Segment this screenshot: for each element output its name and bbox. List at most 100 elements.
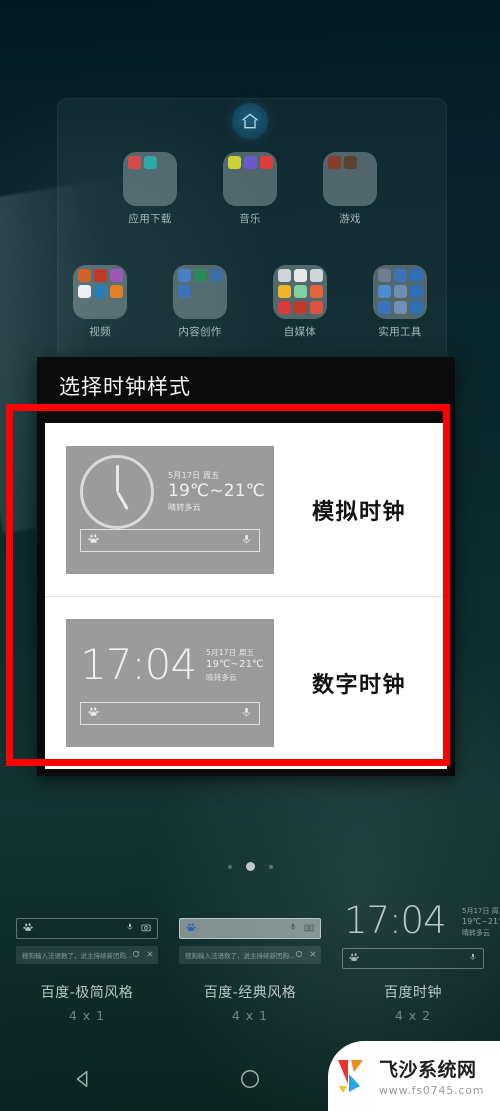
- folder-label: 音乐: [239, 213, 261, 225]
- app-mini-icon: [93, 269, 107, 282]
- folder-icon: [173, 265, 227, 319]
- baidu-paw-icon: [23, 922, 34, 936]
- widget-item[interactable]: 搜狗输入法语数了，说主持续新团购... 百度-经典风格 4 x 1: [171, 900, 329, 1023]
- folder-应用下载[interactable]: 应用下载: [119, 152, 181, 226]
- analog-clock-preview: 5月17日 周五 19℃~21℃ 晴转多云: [66, 445, 274, 574]
- widget-item[interactable]: 17:04 5月17日 周五 19℃~21℃ 晴转多云: [334, 899, 500, 1023]
- home-icon[interactable]: [232, 103, 268, 139]
- app-mini-icon: [259, 156, 273, 169]
- microphone-icon: [241, 704, 252, 723]
- clock-style-list: 5月17日 周五 19℃~21℃ 晴转多云 模拟时钟 17:04 5月17日 周…: [45, 423, 447, 769]
- folder-音乐[interactable]: 音乐: [219, 152, 281, 226]
- app-mini-icon: [309, 301, 323, 314]
- widget-news-bar: 搜狗输入法语数了，说主持续新团购...: [16, 946, 158, 964]
- digital-clock-preview: 17:04 5月17日 周五 19℃~21℃ 晴转多云: [66, 619, 274, 747]
- folder-label: 游戏: [339, 213, 361, 225]
- app-mini-icon: [277, 269, 291, 282]
- folder-label: 实用工具: [378, 326, 422, 338]
- close-icon: [146, 950, 154, 960]
- widget-search-bar: [16, 918, 158, 939]
- app-mini-icon: [377, 301, 391, 314]
- widget-name: 百度-极简风格: [40, 985, 134, 1001]
- app-mini-icon: [409, 285, 423, 298]
- widget-preview-minimal: 搜狗输入法语数了，说主持续新团购...: [8, 900, 166, 972]
- weather-date: 5月17日 周五: [206, 648, 255, 658]
- weather-temperature: 19℃~21℃: [206, 659, 264, 671]
- folder-icon: [373, 265, 427, 319]
- app-mini-icon: [109, 269, 123, 282]
- weather-temperature: 19℃~21℃: [168, 480, 266, 501]
- clock-style-dialog: 选择时钟样式 5月17日 周五 19℃~21℃ 晴转多云 模拟时钟 17:04 …: [37, 357, 455, 776]
- widget-clock-time: 17:04: [344, 899, 447, 942]
- app-mini-icon: [327, 156, 341, 169]
- microphone-icon: [469, 952, 477, 965]
- folder-icon: [223, 152, 277, 206]
- app-mini-icon: [93, 285, 107, 298]
- back-triangle-icon[interactable]: [53, 1068, 113, 1090]
- analog-clock-face: [80, 454, 154, 529]
- app-mini-icon: [177, 269, 191, 282]
- folder-label: 视频: [89, 326, 111, 338]
- preview-search-bar: [80, 702, 260, 725]
- app-mini-icon: [293, 301, 307, 314]
- app-mini-icon: [143, 156, 157, 169]
- app-mini-icon: [393, 269, 407, 282]
- site-watermark: 飞沙系统网 www.fs0745.com: [328, 1041, 500, 1111]
- microphone-icon: [241, 531, 252, 550]
- folder-row-2: 视频 内容创作 自媒体 实用工具: [0, 265, 500, 339]
- widget-preview-classic: 搜狗输入法语数了，说主持续新团购...: [171, 900, 329, 972]
- folder-icon: [123, 152, 177, 206]
- app-mini-icon: [109, 285, 123, 298]
- baidu-paw-icon: [349, 952, 360, 966]
- clock-minute-hand: [115, 464, 119, 492]
- folder-内容创作[interactable]: 内容创作: [169, 265, 231, 339]
- widget-item[interactable]: 搜狗输入法语数了，说主持续新团购... 百度-极简风格 4 x 1: [8, 900, 166, 1023]
- app-mini-icon: [77, 269, 91, 282]
- app-mini-icon: [393, 285, 407, 298]
- app-mini-icon: [309, 285, 323, 298]
- weather-condition: 晴转多云: [206, 672, 237, 682]
- refresh-icon: [132, 950, 140, 960]
- watermark-url: www.fs0745.com: [379, 1084, 485, 1097]
- clock-option-label-analog: 模拟时钟: [312, 499, 407, 525]
- folder-自媒体[interactable]: 自媒体: [269, 265, 331, 339]
- watermark-logo-icon: [338, 1058, 372, 1094]
- preview-search-bar: [80, 528, 260, 552]
- app-mini-icon: [77, 285, 91, 298]
- app-mini-icon: [293, 285, 307, 298]
- weather-condition: 晴转多云: [168, 503, 201, 513]
- widget-clock-weather: 5月17日 周五 19℃~21℃ 晴转多云: [462, 906, 500, 938]
- app-mini-icon: [277, 301, 291, 314]
- weather-date: 5月17日 周五: [168, 470, 220, 480]
- watermark-title: 飞沙系统网: [379, 1059, 477, 1081]
- folder-icon: [323, 152, 377, 206]
- folder-视频[interactable]: 视频: [69, 265, 131, 339]
- close-icon: [309, 950, 317, 960]
- widget-size: 4 x 2: [394, 1008, 432, 1023]
- app-mini-icon: [277, 285, 291, 298]
- widget-size: 4 x 1: [68, 1008, 106, 1023]
- widget-name: 百度时钟: [384, 985, 442, 1001]
- clock-option-digital[interactable]: 17:04 5月17日 周五 19℃~21℃ 晴转多云 数字时钟: [45, 596, 447, 769]
- dialog-title: 选择时钟样式: [59, 375, 191, 399]
- app-mini-icon: [127, 156, 141, 169]
- widget-name: 百度-经典风格: [203, 985, 297, 1001]
- widget-carousel: 搜狗输入法语数了，说主持续新团购... 百度-极简风格 4 x 1 搜狗输入法语…: [0, 900, 500, 1023]
- page-dot[interactable]: [227, 864, 232, 869]
- clock-option-analog[interactable]: 5月17日 周五 19℃~21℃ 晴转多云 模拟时钟: [45, 423, 447, 596]
- folder-icon: [73, 265, 127, 319]
- folder-游戏[interactable]: 游戏: [319, 152, 381, 226]
- page-indicator: [0, 862, 500, 871]
- weather-block: 5月17日 周五 19℃~21℃ 晴转多云: [168, 470, 265, 513]
- app-mini-icon: [409, 301, 423, 314]
- digital-clock-time: 17:04: [80, 640, 197, 689]
- page-dot[interactable]: [245, 862, 255, 871]
- baidu-paw-icon: [88, 706, 100, 721]
- app-mini-icon: [343, 156, 357, 169]
- app-mini-icon: [193, 269, 207, 282]
- home-circle-icon[interactable]: [220, 1068, 280, 1090]
- app-mini-icon: [309, 269, 323, 282]
- app-mini-icon: [293, 269, 307, 282]
- folder-实用工具[interactable]: 实用工具: [369, 265, 431, 339]
- page-dot[interactable]: [268, 864, 273, 869]
